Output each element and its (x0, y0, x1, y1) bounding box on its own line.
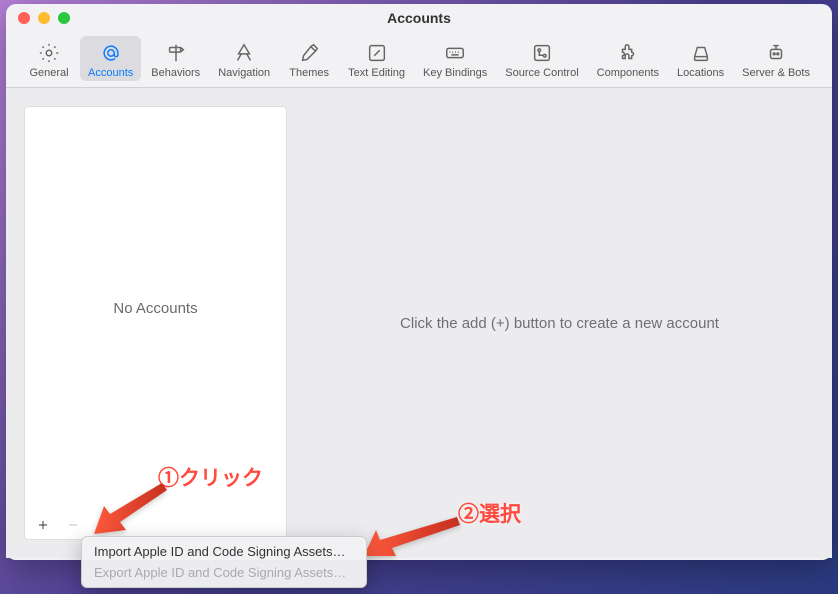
tab-label: Navigation (218, 67, 270, 79)
menu-item-import-assets[interactable]: Import Apple ID and Code Signing Assets… (82, 541, 366, 562)
empty-state-message: Click the add (+) button to create a new… (400, 315, 719, 332)
tab-label: Themes (289, 67, 329, 79)
robot-icon (763, 40, 789, 66)
tab-components[interactable]: Components (589, 36, 667, 81)
window-title: Accounts (6, 10, 832, 26)
at-icon (98, 40, 124, 66)
disk-icon (688, 40, 714, 66)
edit-icon (364, 40, 390, 66)
keyboard-icon (442, 40, 468, 66)
annotation-arrow-2 (362, 512, 462, 567)
menu-item-export-assets: Export Apple ID and Code Signing Assets… (82, 562, 366, 583)
tab-label: Components (597, 67, 659, 79)
tab-general[interactable]: General (20, 36, 78, 81)
tab-locations[interactable]: Locations (669, 36, 732, 81)
gear-icon (36, 40, 62, 66)
account-detail-pane: Click the add (+) button to create a new… (287, 88, 832, 558)
tab-accounts[interactable]: Accounts (80, 36, 141, 81)
tab-label: Accounts (88, 67, 133, 79)
tab-behaviors[interactable]: Behaviors (143, 36, 208, 81)
tab-themes[interactable]: Themes (280, 36, 338, 81)
tab-label: Key Bindings (423, 67, 487, 79)
tab-label: Behaviors (151, 67, 200, 79)
tab-navigation[interactable]: Navigation (210, 36, 278, 81)
tab-label: Text Editing (348, 67, 405, 79)
navigation-icon (231, 40, 257, 66)
annotation-arrow-1 (92, 478, 172, 543)
tab-label: Server & Bots (742, 67, 810, 79)
paintbrush-icon (296, 40, 322, 66)
tab-key-bindings[interactable]: Key Bindings (415, 36, 495, 81)
puzzle-icon (615, 40, 641, 66)
annotation-step2: ②選択 (458, 498, 521, 528)
tab-label: General (29, 67, 68, 79)
annotation-step1: ①クリック (158, 462, 263, 492)
account-actions-menu: Import Apple ID and Code Signing Assets…… (81, 536, 367, 588)
tab-text-editing[interactable]: Text Editing (340, 36, 413, 81)
tab-server-bots[interactable]: Server & Bots (734, 36, 818, 81)
signpost-icon (163, 40, 189, 66)
accounts-list: No Accounts (25, 107, 286, 509)
add-account-button[interactable] (35, 517, 51, 533)
remove-account-button[interactable] (65, 517, 81, 533)
tab-label: Locations (677, 67, 724, 79)
tab-source-control[interactable]: Source Control (497, 36, 586, 81)
preferences-toolbar: General Accounts Behaviors Navigation Th… (6, 32, 832, 88)
preferences-window: Accounts General Accounts Behaviors Navi… (6, 4, 832, 560)
titlebar: Accounts (6, 4, 832, 32)
tab-label: Source Control (505, 67, 578, 79)
no-accounts-label: No Accounts (113, 300, 197, 317)
branch-icon (529, 40, 555, 66)
